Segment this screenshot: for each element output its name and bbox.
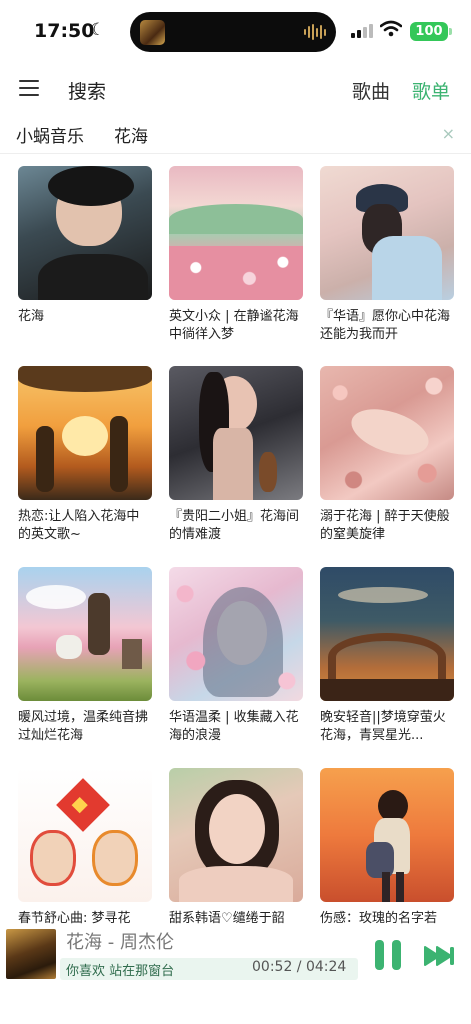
pause-icon[interactable] <box>373 938 403 972</box>
playlist-title[interactable]: 花海 <box>18 308 152 344</box>
search-title: 搜索 <box>68 81 107 103</box>
playlist-card[interactable]: 伤感：玫瑰的名字若 <box>320 768 454 946</box>
playlist-card[interactable]: 『华语』愿你心中花海 还能为我而开 <box>320 166 454 344</box>
playlist-cover[interactable] <box>18 366 152 500</box>
fortune-icon: ⬥ <box>72 792 88 817</box>
playlist-cover[interactable] <box>320 567 454 701</box>
playlist-title[interactable]: 『贵阳二小姐』花海间的情难渡 <box>169 508 303 544</box>
playlist-title[interactable]: 溺于花海 | 醉于天使般的窒美旋律 <box>320 508 454 544</box>
wifi-icon <box>380 20 402 37</box>
app-header: 搜索 歌曲 歌单 <box>0 64 471 114</box>
playlist-card[interactable]: 华语温柔 | 收集藏入花海的浪漫 <box>169 567 303 745</box>
status-time: 17:50 <box>34 20 95 42</box>
playlist-title[interactable]: 晚安轻音||梦境穿萤火花海，青冥星光... <box>320 709 454 745</box>
playlist-cover[interactable] <box>320 366 454 500</box>
search-source[interactable]: 小蜗音乐 <box>16 122 84 147</box>
tab-songs[interactable]: 歌曲 <box>352 77 390 104</box>
playlist-cover[interactable] <box>169 768 303 902</box>
playlist-title[interactable]: 热恋:让人陷入花海中的英文歌~ <box>18 508 152 544</box>
playlist-card[interactable]: 『贵阳二小姐』花海间的情难渡 <box>169 366 303 544</box>
album-art[interactable] <box>6 929 56 979</box>
tab-playlists[interactable]: 歌单 <box>412 77 450 104</box>
now-playing-artwork-icon <box>140 20 165 45</box>
playlist-cover[interactable] <box>18 166 152 300</box>
cellular-signal-icon <box>351 24 373 38</box>
playlist-card[interactable]: 溺于花海 | 醉于天使般的窒美旋律 <box>320 366 454 544</box>
playlist-card[interactable]: 暖风过境，温柔纯音拂过灿烂花海 <box>18 567 152 745</box>
moon-icon: ☾ <box>90 20 106 40</box>
search-term[interactable]: 花海 <box>114 122 148 147</box>
playlist-card[interactable]: 晚安轻音||梦境穿萤火花海，青冥星光... <box>320 567 454 745</box>
playlist-title[interactable]: 『华语』愿你心中花海 还能为我而开 <box>320 308 454 344</box>
playlist-cover[interactable] <box>169 366 303 500</box>
menu-icon[interactable] <box>19 80 39 96</box>
playlist-card[interactable]: 热恋:让人陷入花海中的英文歌~ <box>18 366 152 544</box>
playlist-cover[interactable]: ⬥ <box>18 768 152 902</box>
playlist-cover[interactable] <box>320 768 454 902</box>
playlist-cover[interactable] <box>169 567 303 701</box>
playlist-cover[interactable] <box>169 166 303 300</box>
playlist-card[interactable]: 英文小众 | 在静谧花海中徜徉入梦 <box>169 166 303 344</box>
playlist-cover[interactable] <box>320 166 454 300</box>
status-bar: 17:50 ☾ 100 <box>0 0 471 64</box>
battery-icon: 100 <box>410 22 452 41</box>
now-playing-title[interactable]: 花海 - 周杰伦 <box>66 928 174 954</box>
next-track-icon[interactable] <box>423 944 455 968</box>
playlist-card[interactable]: ⬥ 春节舒心曲: 梦寻花 <box>18 768 152 946</box>
dynamic-island[interactable] <box>130 12 336 52</box>
mini-player[interactable]: 花海 - 周杰伦 你喜欢 站在那窗台 00:52 / 04:24 <box>0 924 471 984</box>
playlist-card[interactable]: 花海 <box>18 166 152 344</box>
playlist-title[interactable]: 华语温柔 | 收集藏入花海的浪漫 <box>169 709 303 745</box>
playlist-cover[interactable] <box>18 567 152 701</box>
audio-waveform-icon <box>304 24 326 40</box>
now-playing-lyric: 你喜欢 站在那窗台 <box>66 964 175 979</box>
playlist-title[interactable]: 英文小众 | 在静谧花海中徜徉入梦 <box>169 308 303 344</box>
playlist-card[interactable]: 甜系韩语♡缱绻于韶 <box>169 768 303 946</box>
playback-time: 00:52 / 04:24 <box>252 959 347 975</box>
battery-level: 100 <box>415 24 443 39</box>
clear-icon[interactable]: × <box>442 124 455 143</box>
search-query-bar[interactable]: 小蜗音乐 花海 × <box>0 114 471 154</box>
playlist-title[interactable]: 暖风过境，温柔纯音拂过灿烂花海 <box>18 709 152 745</box>
